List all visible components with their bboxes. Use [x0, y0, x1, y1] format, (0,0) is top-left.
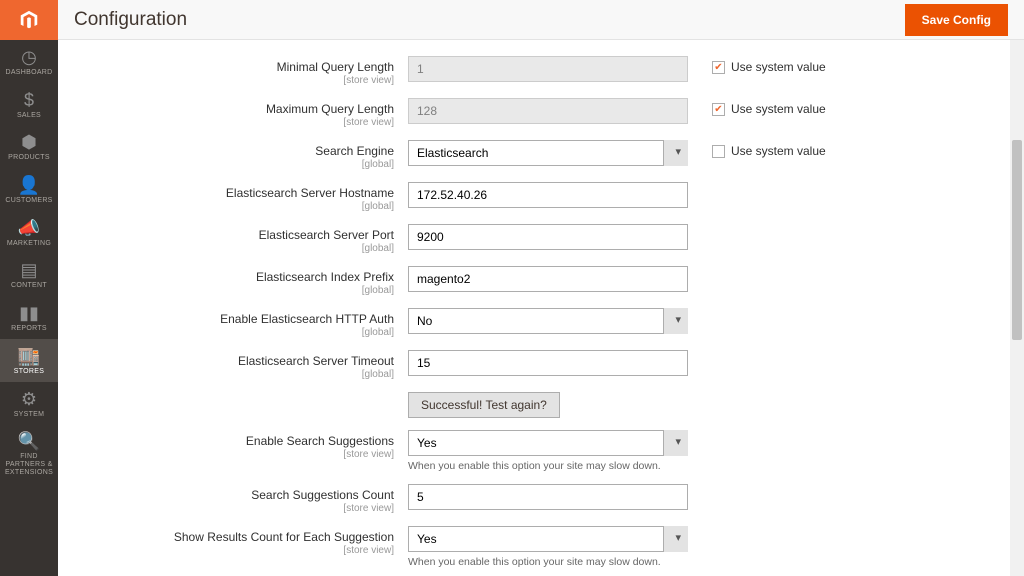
scrollbar-thumb[interactable] [1012, 140, 1022, 340]
bars-icon: ▮▮ [19, 304, 39, 322]
sidebar-item-customers[interactable]: 👤CUSTOMERS [0, 168, 58, 211]
label-es-prefix: Elasticsearch Index Prefix [256, 270, 394, 284]
search-partners-icon: 🔍 [18, 432, 40, 450]
max-query-input [408, 98, 688, 124]
scope-hint: [global] [88, 159, 394, 170]
label-max-query: Maximum Query Length [266, 102, 394, 116]
sugg-count-input[interactable] [408, 484, 688, 510]
label-es-hostname: Elasticsearch Server Hostname [226, 186, 394, 200]
es-timeout-input[interactable] [408, 350, 688, 376]
use-system-checkbox[interactable]: ✔ [712, 103, 725, 116]
scope-hint: [store view] [88, 75, 394, 86]
sidebar-item-sales[interactable]: $SALES [0, 83, 58, 126]
sidebar-item-reports[interactable]: ▮▮REPORTS [0, 296, 58, 339]
sidebar-item-system[interactable]: ⚙SYSTEM [0, 382, 58, 425]
es-hostname-input[interactable] [408, 182, 688, 208]
label-sugg-results: Show Results Count for Each Suggestion [174, 530, 394, 544]
scope-hint: [global] [88, 243, 394, 254]
search-engine-select[interactable]: Elasticsearch [408, 140, 688, 166]
person-icon: 👤 [18, 176, 40, 194]
page-header: Configuration Save Config [58, 0, 1024, 40]
field-note: When you enable this option your site ma… [408, 556, 688, 568]
sidebar-item-dashboard[interactable]: ◷DASHBOARD [0, 40, 58, 83]
dollar-icon: $ [24, 91, 34, 109]
gauge-icon: ◷ [21, 48, 37, 66]
label-es-port: Elasticsearch Server Port [259, 228, 394, 242]
use-system-checkbox[interactable]: ✔ [712, 61, 725, 74]
sidebar-item-marketing[interactable]: 📣MARKETING [0, 211, 58, 254]
layers-icon: ▤ [20, 261, 37, 279]
label-search-engine: Search Engine [315, 144, 394, 158]
sidebar-item-find-partners[interactable]: 🔍FIND PARTNERS & EXTENSIONS [0, 424, 58, 482]
save-config-button[interactable]: Save Config [905, 4, 1008, 36]
cube-icon: ⬢ [21, 133, 37, 151]
sidebar-item-content[interactable]: ▤CONTENT [0, 253, 58, 296]
gear-icon: ⚙ [21, 390, 37, 408]
scope-hint: [global] [88, 327, 394, 338]
page-title: Configuration [74, 9, 187, 31]
es-port-input[interactable] [408, 224, 688, 250]
min-query-input [408, 56, 688, 82]
scope-hint: [store view] [88, 503, 394, 514]
use-system-label[interactable]: Use system value [731, 144, 826, 158]
sidebar-item-products[interactable]: ⬢PRODUCTS [0, 125, 58, 168]
label-sugg-count: Search Suggestions Count [251, 488, 394, 502]
es-prefix-input[interactable] [408, 266, 688, 292]
vertical-scrollbar[interactable] [1010, 40, 1024, 576]
scope-hint: [global] [88, 201, 394, 212]
use-system-label[interactable]: Use system value [731, 102, 826, 116]
test-connection-button[interactable]: Successful! Test again? [408, 392, 560, 418]
magento-logo[interactable] [0, 0, 58, 40]
es-httpauth-select[interactable]: No [408, 308, 688, 334]
store-icon: 🏬 [18, 347, 40, 365]
label-es-timeout: Elasticsearch Server Timeout [238, 354, 394, 368]
megaphone-icon: 📣 [18, 219, 40, 237]
label-min-query: Minimal Query Length [277, 60, 394, 74]
sugg-results-select[interactable]: Yes [408, 526, 688, 552]
sugg-enable-select[interactable]: Yes [408, 430, 688, 456]
field-note: When you enable this option your site ma… [408, 460, 688, 472]
use-system-checkbox[interactable] [712, 145, 725, 158]
scope-hint: [global] [88, 285, 394, 296]
sidebar-item-stores[interactable]: 🏬STORES [0, 339, 58, 382]
admin-sidebar: ◷DASHBOARD $SALES ⬢PRODUCTS 👤CUSTOMERS 📣… [0, 0, 58, 576]
use-system-label[interactable]: Use system value [731, 60, 826, 74]
config-form: Minimal Query Length[store view] ✔Use sy… [58, 40, 1024, 576]
scope-hint: [store view] [88, 117, 394, 128]
label-es-httpauth: Enable Elasticsearch HTTP Auth [220, 312, 394, 326]
scope-hint: [store view] [88, 449, 394, 460]
scope-hint: [store view] [88, 545, 394, 556]
scope-hint: [global] [88, 369, 394, 380]
label-sugg-enable: Enable Search Suggestions [246, 434, 394, 448]
